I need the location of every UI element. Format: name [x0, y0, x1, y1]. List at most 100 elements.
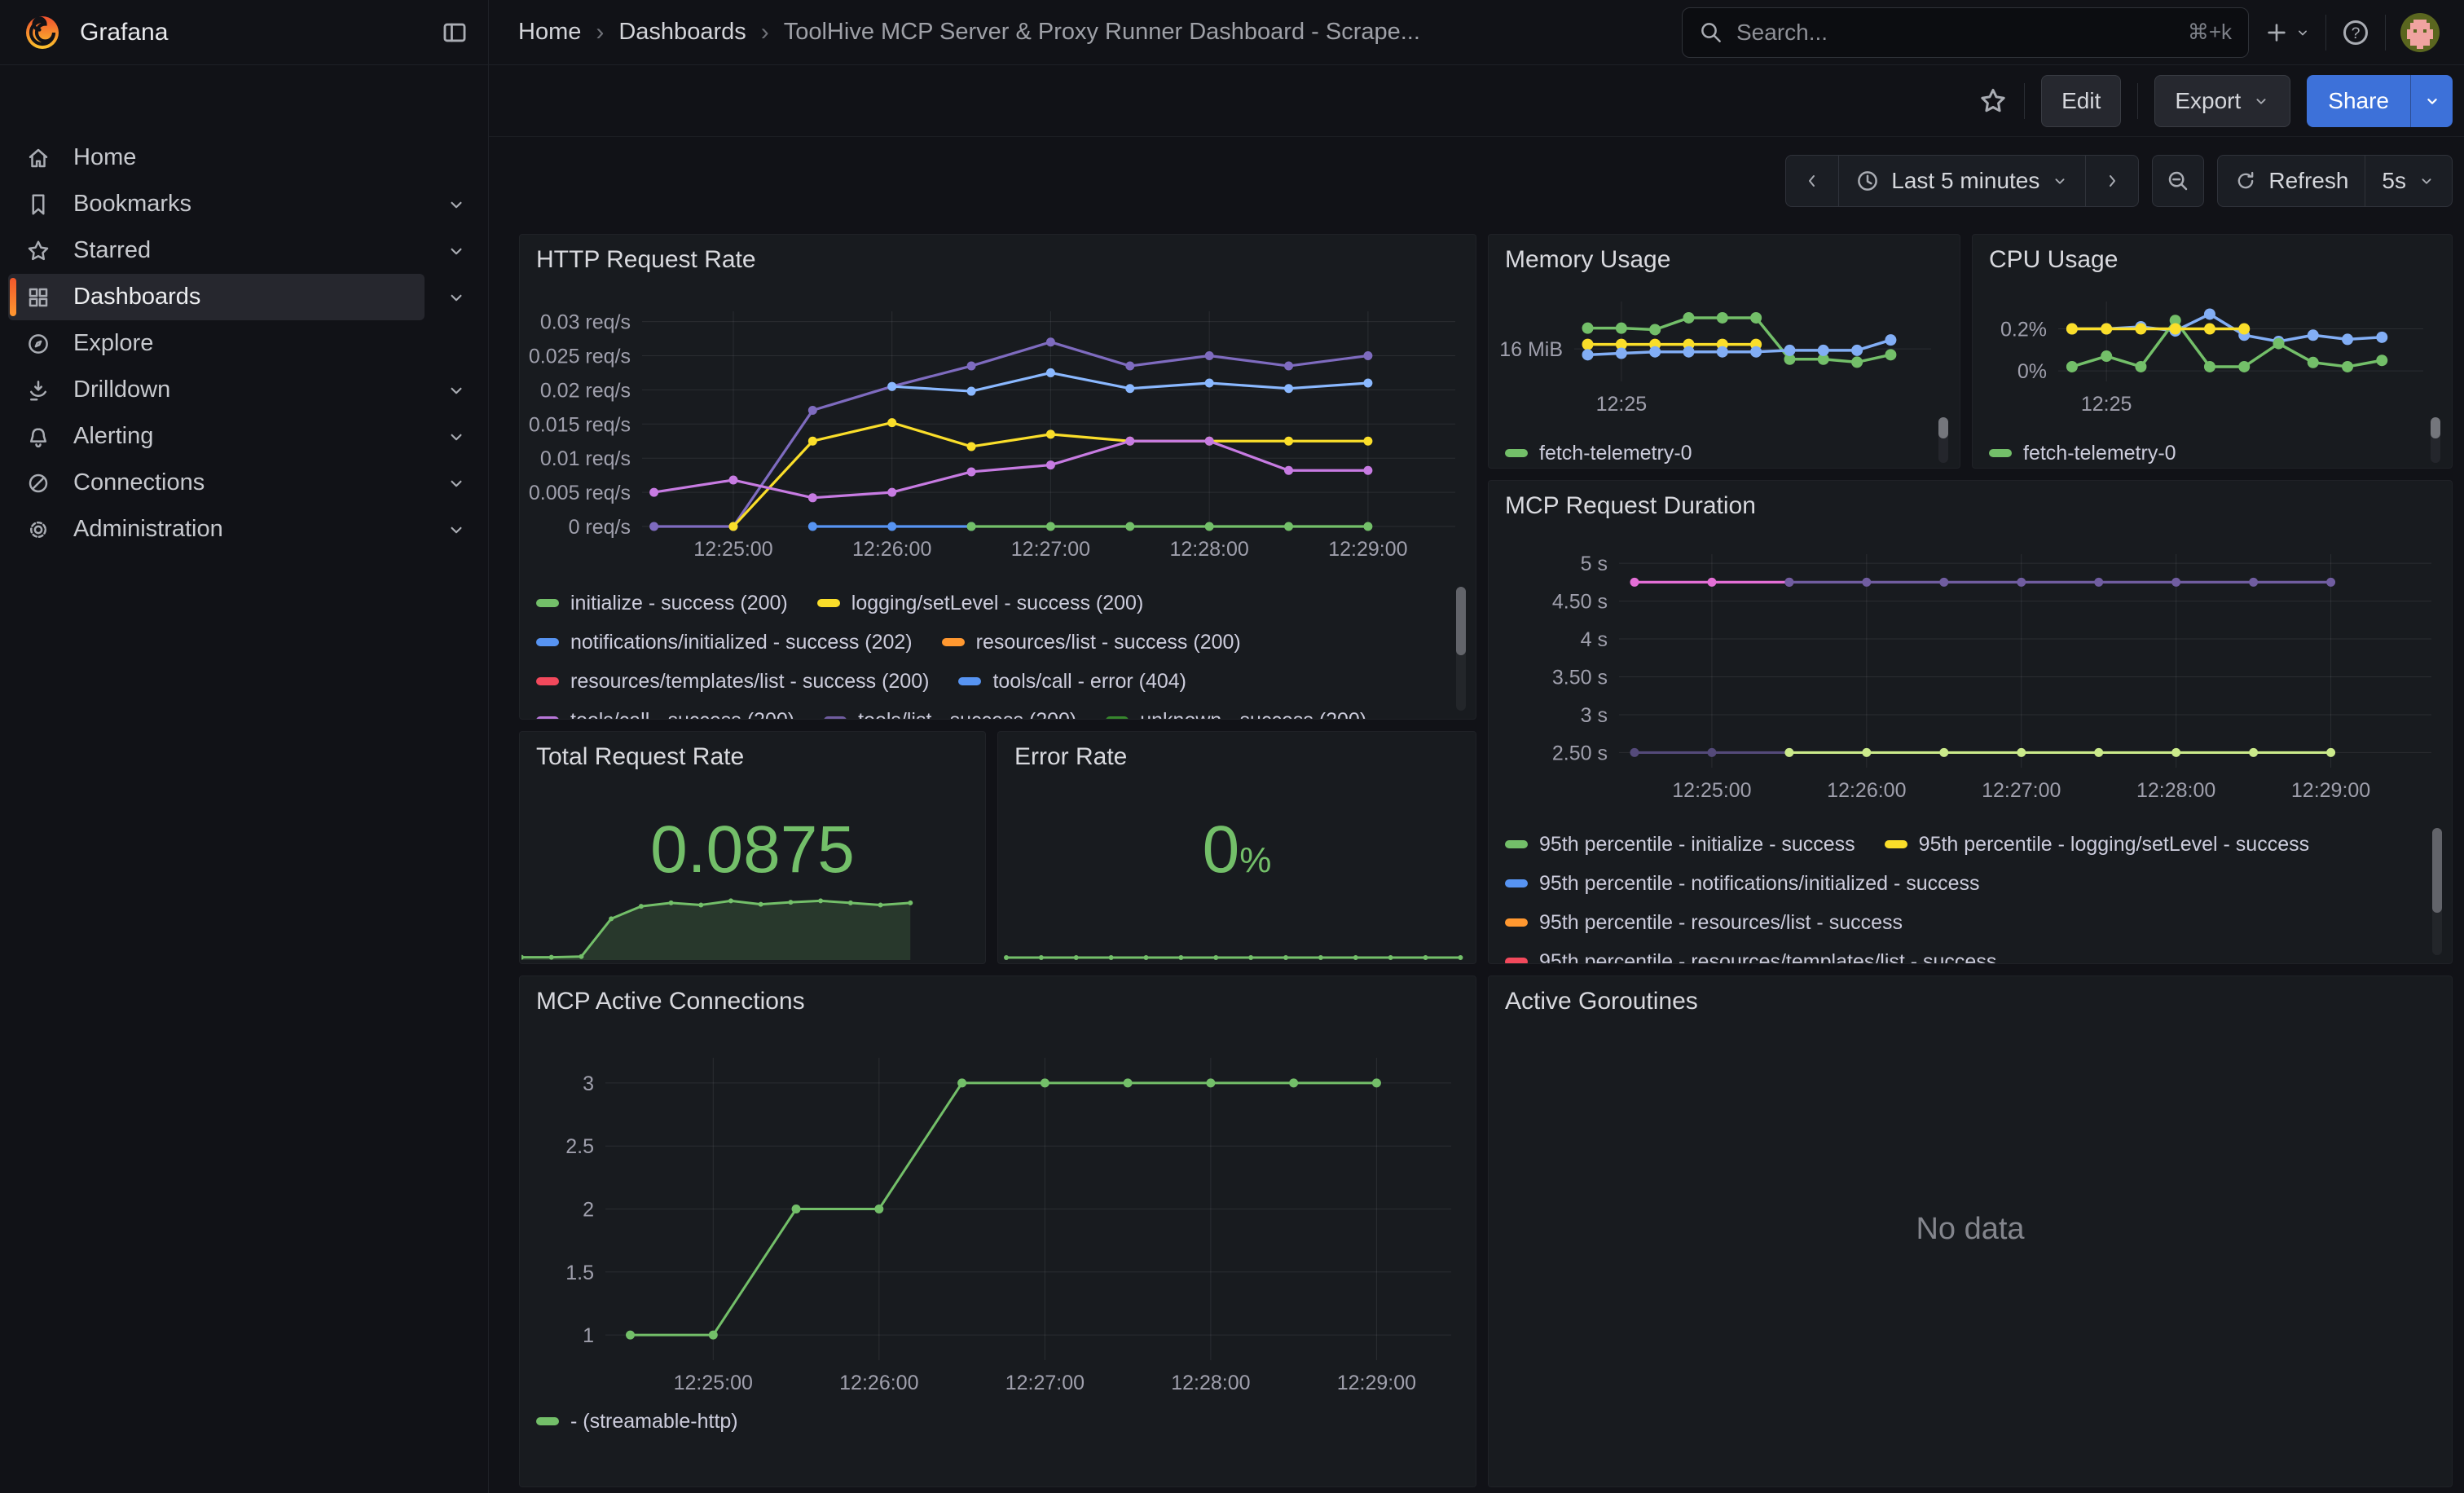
- drilldown-icon: [24, 377, 52, 404]
- legend-item[interactable]: 95th percentile - notifications/initiali…: [1505, 872, 1980, 896]
- chevron-down-icon[interactable]: [446, 287, 467, 308]
- svg-text:12:25: 12:25: [2081, 393, 2132, 414]
- share-menu-button[interactable]: [2410, 75, 2453, 127]
- star-icon: [24, 237, 52, 265]
- svg-text:12:25: 12:25: [1596, 393, 1648, 414]
- panel-title[interactable]: Error Rate: [1014, 743, 1127, 771]
- legend-item[interactable]: resources/templates/list - success (200): [536, 670, 929, 694]
- legend-item[interactable]: - (streamable-http): [536, 1410, 738, 1434]
- legend-item[interactable]: tools/call - success (200): [536, 709, 794, 720]
- legend-item[interactable]: fetch-telemetry-0: [1505, 442, 1692, 465]
- breadcrumb: Home › Dashboards › ToolHive MCP Server …: [518, 19, 1420, 46]
- legend-scrollbar[interactable]: [2431, 417, 2440, 463]
- http-request-rate-chart[interactable]: 12:25:0012:26:0012:27:0012:28:0012:29:00…: [520, 287, 1476, 577]
- memory-usage-chart[interactable]: 12:25 16 MiB: [1489, 280, 1960, 414]
- mcp-request-duration-chart[interactable]: 12:25:0012:26:0012:27:0012:28:0012:29:00…: [1489, 533, 2452, 818]
- svg-text:1: 1: [583, 1324, 594, 1347]
- sidebar-item-bookmarks[interactable]: Bookmarks: [8, 181, 425, 227]
- svg-text:5 s: 5 s: [1581, 553, 1608, 575]
- chevron-down-icon[interactable]: [446, 473, 467, 494]
- edit-button[interactable]: Edit: [2041, 75, 2121, 127]
- export-button[interactable]: Export: [2154, 75, 2290, 127]
- panel-title[interactable]: HTTP Request Rate: [536, 246, 756, 274]
- add-button[interactable]: [2264, 20, 2311, 46]
- refresh-button[interactable]: Refresh: [2218, 156, 2365, 206]
- sidebar-item-connections[interactable]: Connections: [8, 460, 425, 506]
- sidebar-item-administration[interactable]: Administration: [8, 506, 425, 553]
- chart-legend: fetch-telemetry-0: [1989, 437, 2416, 469]
- legend-item[interactable]: tools/call - error (404): [958, 670, 1186, 694]
- legend-item[interactable]: initialize - success (200): [536, 592, 788, 615]
- chevron-down-icon: [2252, 92, 2270, 110]
- legend-item[interactable]: 95th percentile - logging/setLevel - suc…: [1885, 833, 2309, 857]
- time-back-button[interactable]: [1786, 156, 1838, 206]
- refresh-label: Refresh: [2268, 168, 2348, 194]
- sidebar-item-home[interactable]: Home: [8, 134, 425, 181]
- legend-item[interactable]: fetch-telemetry-0: [1989, 442, 2176, 465]
- panel-memory-usage: Memory Usage 12:25 16 MiB fetch-telemetry…: [1488, 234, 1960, 469]
- chevron-left-icon: [1802, 171, 1822, 191]
- sidebar-item-starred[interactable]: Starred: [8, 227, 425, 274]
- grafana-logo[interactable]: [23, 13, 62, 52]
- app-title: Grafana: [80, 19, 441, 46]
- refresh-interval-picker[interactable]: 5s: [2365, 156, 2452, 206]
- chevron-down-icon[interactable]: [446, 519, 467, 540]
- chevron-down-icon[interactable]: [446, 194, 467, 215]
- svg-text:12:25:00: 12:25:00: [1672, 779, 1751, 802]
- sidebar-collapse-button[interactable]: [441, 19, 469, 46]
- legend-scrollbar[interactable]: [1456, 587, 1466, 711]
- chevron-down-icon[interactable]: [446, 240, 467, 262]
- panel-title[interactable]: CPU Usage: [1989, 246, 2118, 274]
- panel-title[interactable]: Total Request Rate: [536, 743, 744, 771]
- sidebar-item-explore[interactable]: Explore: [8, 320, 425, 367]
- share-button[interactable]: Share: [2307, 75, 2410, 127]
- sidebar-item-label: Bookmarks: [73, 191, 191, 218]
- legend-item[interactable]: resources/list - success (200): [942, 631, 1241, 654]
- sidebar-item-dashboards[interactable]: Dashboards: [8, 274, 425, 320]
- svg-text:12:29:00: 12:29:00: [1328, 538, 1407, 561]
- panel-title[interactable]: MCP Active Connections: [536, 988, 805, 1015]
- breadcrumb-home[interactable]: Home: [518, 19, 581, 46]
- chevron-down-icon: [2423, 92, 2441, 110]
- sidebar-item-label: Starred: [73, 237, 151, 264]
- cpu-usage-chart[interactable]: 12:250.2%0%: [1973, 280, 2452, 414]
- legend-item[interactable]: tools/list - success (200): [824, 709, 1076, 720]
- time-forward-button[interactable]: [2085, 156, 2138, 206]
- legend-item[interactable]: 95th percentile - resources/list - succe…: [1505, 911, 1903, 935]
- legend-item[interactable]: 95th percentile - resources/templates/li…: [1505, 950, 1996, 965]
- chevron-down-icon[interactable]: [446, 426, 467, 447]
- sidebar-item-alerting[interactable]: Alerting: [8, 413, 425, 460]
- sidebar-item-drilldown[interactable]: Drilldown: [8, 367, 425, 413]
- legend-item[interactable]: unknown - success (200): [1106, 709, 1366, 720]
- mcp-active-connections-chart[interactable]: 12:25:0012:26:0012:27:0012:28:0012:29:00…: [520, 1033, 1476, 1425]
- breadcrumb-separator: ›: [761, 19, 769, 46]
- svg-text:12:26:00: 12:26:00: [839, 1372, 918, 1394]
- top-bar: Home › Dashboards › ToolHive MCP Server …: [489, 0, 2464, 65]
- chevron-down-icon[interactable]: [446, 380, 467, 401]
- legend-item[interactable]: logging/setLevel - success (200): [817, 592, 1144, 615]
- time-controls: Last 5 minutes Refresh 5s: [1785, 155, 2453, 207]
- star-icon: [1978, 86, 2008, 116]
- breadcrumb-dashboards[interactable]: Dashboards: [618, 19, 746, 46]
- panel-title[interactable]: MCP Request Duration: [1505, 492, 1756, 520]
- legend-scrollbar[interactable]: [1938, 417, 1948, 463]
- legend-item[interactable]: notifications/initialized - success (202…: [536, 631, 913, 654]
- time-range-picker[interactable]: Last 5 minutes: [1838, 156, 2085, 206]
- stat-number: 0: [1203, 813, 1240, 887]
- legend-item[interactable]: 95th percentile - initialize - success: [1505, 833, 1855, 857]
- zoom-out-button[interactable]: [2152, 155, 2204, 207]
- sidebar-item-label: Administration: [73, 516, 223, 543]
- legend-scrollbar[interactable]: [2432, 828, 2442, 955]
- search-input[interactable]: Search... ⌘+k: [1682, 7, 2249, 58]
- panel-title[interactable]: Active Goroutines: [1505, 988, 1698, 1015]
- svg-text:4.50 s: 4.50 s: [1552, 591, 1608, 614]
- avatar[interactable]: [2400, 13, 2440, 52]
- favorite-star-button[interactable]: [1978, 86, 2008, 116]
- panel-title[interactable]: Memory Usage: [1505, 246, 1670, 274]
- svg-text:16 MiB: 16 MiB: [1499, 338, 1563, 361]
- svg-text:12:28:00: 12:28:00: [1171, 1372, 1250, 1394]
- chevron-down-icon: [2051, 172, 2069, 190]
- help-button[interactable]: ?: [2341, 18, 2370, 47]
- svg-text:0%: 0%: [2017, 360, 2047, 383]
- panel-http-request-rate: HTTP Request Rate 12:25:0012:26:0012:27:…: [519, 234, 1476, 720]
